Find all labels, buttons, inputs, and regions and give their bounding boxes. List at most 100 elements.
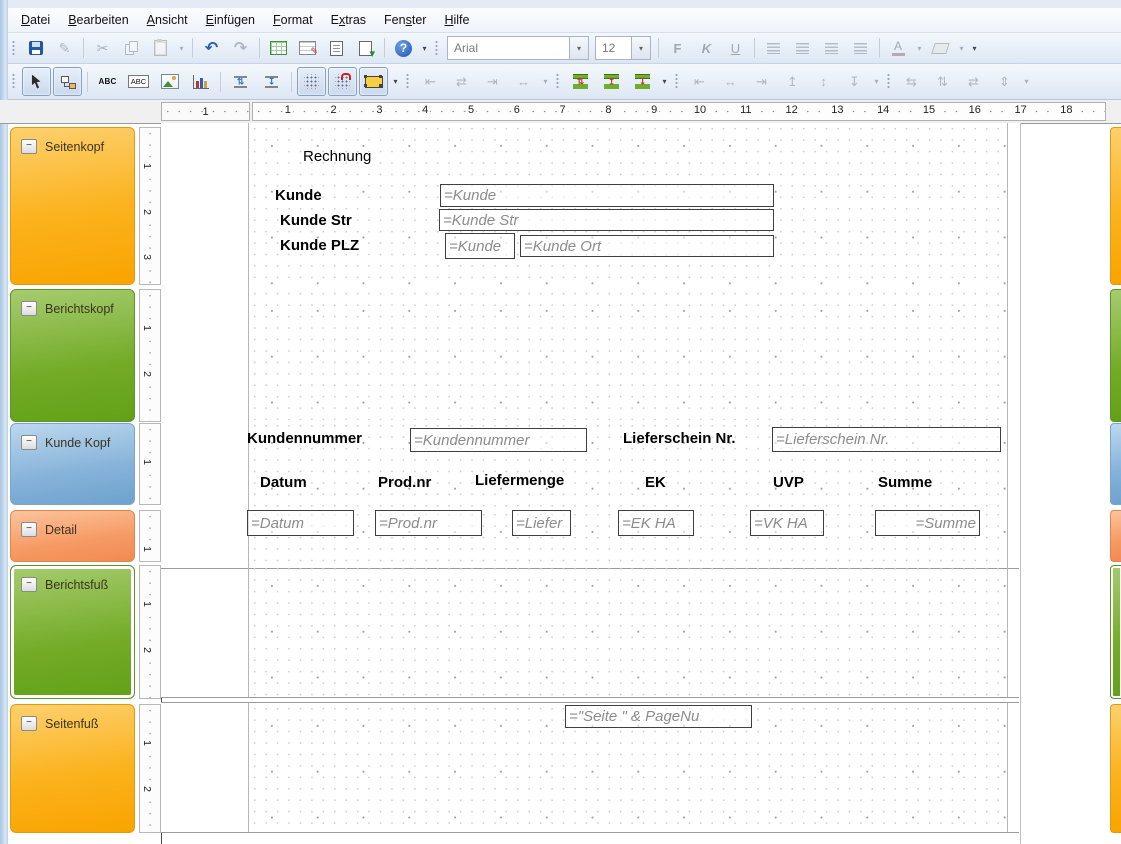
menu-einfuegen[interactable]: Einfügen	[197, 10, 264, 30]
label-kunde-str[interactable]: Kunde Str	[280, 212, 352, 229]
align-at-section-center-button: ⇄	[447, 67, 476, 96]
label-ek[interactable]: EK	[645, 474, 666, 491]
vertical-ruler-segment-berichtskopf: 12	[139, 289, 161, 422]
label-uvp[interactable]: UVP	[773, 474, 804, 491]
grow-section-button[interactable]: ↥	[597, 67, 626, 96]
section-header-seitenkopf[interactable]: −Seitenkopf	[10, 127, 135, 285]
help-button[interactable]	[390, 35, 417, 61]
font-name-select[interactable]: Arial▾	[447, 36, 589, 60]
field-lieferschein-nr[interactable]: =Lieferschein Nr.	[772, 427, 1001, 452]
vruler-mark-2: 2	[141, 647, 153, 653]
section-header-berichtskopf[interactable]: −Berichtskopf	[10, 289, 135, 422]
font-name-value: Arial	[448, 41, 569, 55]
label-lieferschein-nr[interactable]: Lieferschein Nr.	[623, 430, 736, 447]
chart-button[interactable]	[186, 67, 215, 96]
field-kunde[interactable]: =Kunde	[445, 233, 515, 259]
section-fit-options-dropdown-icon[interactable]: ▾	[658, 70, 671, 94]
vruler-mark-2: 2	[141, 786, 153, 792]
collapse-icon[interactable]: −	[21, 301, 37, 316]
collapse-icon[interactable]: −	[21, 577, 37, 592]
label-summe[interactable]: Summe	[878, 474, 932, 491]
formatted-field-button[interactable]	[124, 67, 153, 96]
section-strip-detail	[1110, 510, 1121, 562]
save-button[interactable]	[22, 35, 49, 61]
font-size-select[interactable]: 12▾	[595, 36, 651, 60]
section-header-seitenfuss[interactable]: −Seitenfuß	[10, 704, 135, 833]
section-band-berichtskopf[interactable]	[161, 288, 1019, 421]
add-field-button[interactable]	[53, 67, 82, 96]
field-kunde[interactable]: =Kunde	[440, 184, 774, 207]
conditional-formatting-button[interactable]	[323, 35, 350, 61]
vertical-ruler-segment-berichtsfuss: 12	[139, 565, 161, 699]
grid-options-dropdown-icon[interactable]: ▾	[389, 70, 402, 94]
label-kunde-plz[interactable]: Kunde PLZ	[280, 237, 359, 254]
section-header-kunde-kopf[interactable]: −Kunde Kopf	[10, 423, 135, 505]
field-vk-ha[interactable]: =VK HA	[750, 510, 824, 536]
label-field-button[interactable]	[93, 67, 122, 96]
toolbar-grip[interactable]	[11, 73, 17, 90]
field-seite-pagenu[interactable]: ="Seite " & PageNu	[565, 705, 752, 728]
sorting-and-grouping-button[interactable]	[294, 35, 321, 61]
collapse-icon[interactable]: −	[21, 435, 37, 450]
helplines-while-moving-button[interactable]	[359, 67, 388, 96]
toolbar-overflow-dropdown-icon[interactable]: ▾	[418, 36, 431, 60]
ruler-mark-17: 17	[1012, 104, 1028, 116]
menu-extras[interactable]: Extras	[322, 10, 375, 30]
image-control-button[interactable]	[155, 67, 184, 96]
field-datum[interactable]: =Datum	[247, 510, 354, 536]
select-button[interactable]	[22, 67, 51, 96]
vertical-ruler-segment-detail: 1	[139, 510, 161, 562]
grid-visible-button[interactable]	[297, 67, 326, 96]
toolbar-grip[interactable]	[405, 73, 411, 90]
snap-to-grid-button[interactable]	[328, 67, 357, 96]
field-prod-nr[interactable]: =Prod.nr	[375, 510, 482, 536]
distribute-right-button: ⇥	[747, 67, 776, 96]
collapse-icon[interactable]: −	[21, 716, 37, 731]
align-right-button	[818, 35, 845, 61]
section-strip-seitenfuss	[1110, 704, 1121, 833]
distribute-bottom-button: ↧	[840, 67, 869, 96]
menu-bearbeiten[interactable]: Bearbeiten	[59, 10, 137, 30]
label-datum[interactable]: Datum	[260, 474, 307, 491]
shrink-section-button[interactable]: ⇅	[226, 67, 255, 96]
section-header-detail[interactable]: −Detail	[10, 510, 135, 562]
undo-button[interactable]	[198, 35, 225, 61]
label-kunde[interactable]: Kunde	[275, 187, 322, 204]
menu-ansicht[interactable]: Ansicht	[138, 10, 197, 30]
collapse-icon[interactable]: −	[21, 139, 37, 154]
collapse-icon[interactable]: −	[21, 522, 37, 537]
combo-dropdown-icon[interactable]: ▾	[631, 37, 650, 59]
label-liefermenge[interactable]: Liefermenge	[475, 472, 564, 489]
field-kunde-ort[interactable]: =Kunde Ort	[520, 235, 774, 257]
toolbar-grip[interactable]	[11, 40, 17, 57]
table-control-button[interactable]	[265, 35, 292, 61]
menu-hilfe[interactable]: Hilfe	[435, 10, 478, 30]
label-prod-nr[interactable]: Prod.nr	[378, 474, 431, 491]
toolbar-grip[interactable]	[674, 73, 680, 90]
field-ek-ha[interactable]: =EK HA	[618, 510, 694, 536]
toolbar-grip[interactable]	[434, 40, 440, 57]
field-kundennummer[interactable]: =Kundennummer	[410, 428, 587, 452]
field-liefer[interactable]: =Liefer	[512, 510, 571, 536]
section-band-berichtsfuss[interactable]	[161, 563, 1019, 698]
toolbar-overflow-2-dropdown-icon[interactable]: ▾	[968, 36, 981, 60]
section-header-berichtsfuss[interactable]: −Berichtsfuß	[10, 565, 135, 699]
shrink-section-bottom-button[interactable]: ↧	[257, 67, 286, 96]
underline-icon	[731, 41, 740, 56]
copy-icon	[125, 41, 138, 55]
toolbar-grip[interactable]	[886, 73, 892, 90]
toolbar-grip[interactable]	[555, 73, 561, 90]
field-kunde-str[interactable]: =Kunde Str	[439, 209, 774, 231]
menu-format[interactable]: Format	[264, 10, 322, 30]
execute-report-button[interactable]	[352, 35, 379, 61]
toolbar-separator	[220, 72, 221, 92]
label-rechnung[interactable]: Rechnung	[303, 148, 371, 165]
menu-fenster[interactable]: Fenster	[375, 10, 435, 30]
combo-dropdown-icon[interactable]: ▾	[569, 37, 588, 59]
same-height-button: ⇅	[928, 67, 957, 96]
shrink-section-fit-button[interactable]: ↧	[628, 67, 657, 96]
field-summe[interactable]: =Summe	[875, 510, 980, 536]
fit-sections-button[interactable]: ⇅	[566, 67, 595, 96]
label-kundennummer[interactable]: Kundennummer	[247, 430, 362, 447]
menu-datei[interactable]: Datei	[12, 10, 59, 30]
